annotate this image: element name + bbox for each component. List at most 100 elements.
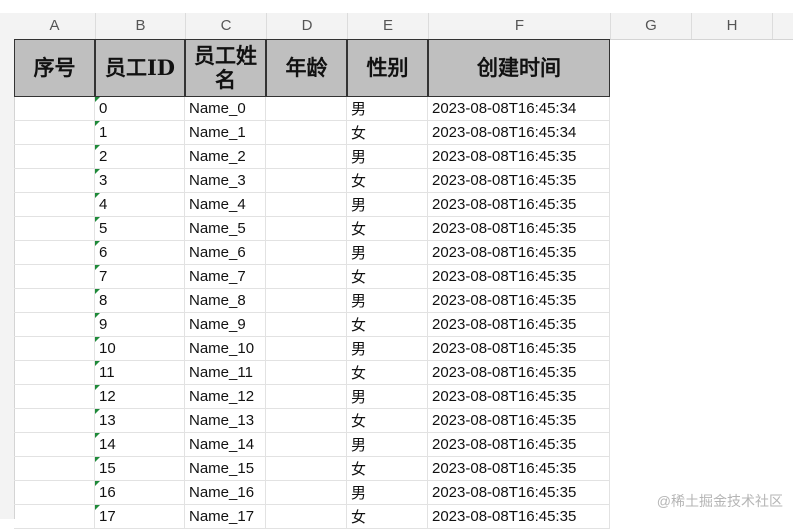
cell-gender[interactable]: 男	[347, 385, 428, 409]
column-header-b[interactable]: B	[96, 13, 186, 39]
cell-age[interactable]	[266, 145, 347, 169]
cell-gender[interactable]: 男	[347, 145, 428, 169]
cell-age[interactable]	[266, 505, 347, 529]
cell-created-time[interactable]: 2023-08-08T16:45:35	[428, 169, 610, 193]
cell-employee-id[interactable]: 5	[95, 217, 185, 241]
cell-gender[interactable]: 女	[347, 217, 428, 241]
cell-gender[interactable]: 男	[347, 337, 428, 361]
cell-created-time[interactable]: 2023-08-08T16:45:35	[428, 193, 610, 217]
cell-created-time[interactable]: 2023-08-08T16:45:35	[428, 457, 610, 481]
cell-employee-id[interactable]: 12	[95, 385, 185, 409]
cell-created-time[interactable]: 2023-08-08T16:45:35	[428, 313, 610, 337]
cell-index[interactable]	[14, 97, 95, 121]
cell-created-time[interactable]: 2023-08-08T16:45:35	[428, 145, 610, 169]
cell-index[interactable]	[14, 313, 95, 337]
cell-age[interactable]	[266, 97, 347, 121]
cell-index[interactable]	[14, 337, 95, 361]
row-number-marker[interactable]	[0, 438, 6, 452]
column-header-h[interactable]: H	[692, 13, 773, 39]
cell-created-time[interactable]: 2023-08-08T16:45:35	[428, 217, 610, 241]
row-number-marker[interactable]	[0, 414, 6, 428]
cell-employee-name[interactable]: Name_5	[185, 217, 266, 241]
cell-gender[interactable]: 女	[347, 121, 428, 145]
column-header-f[interactable]: F	[429, 13, 611, 39]
cell-index[interactable]	[14, 289, 95, 313]
cell-age[interactable]	[266, 265, 347, 289]
cell-employee-name[interactable]: Name_2	[185, 145, 266, 169]
cell-age[interactable]	[266, 217, 347, 241]
cell-created-time[interactable]: 2023-08-08T16:45:35	[428, 409, 610, 433]
cell-employee-id[interactable]: 14	[95, 433, 185, 457]
cell-index[interactable]	[14, 145, 95, 169]
cell-employee-id[interactable]: 17	[95, 505, 185, 529]
cell-employee-id[interactable]: 0	[95, 97, 185, 121]
cell-age[interactable]	[266, 361, 347, 385]
column-header-d[interactable]: D	[267, 13, 348, 39]
cell-gender[interactable]: 男	[347, 97, 428, 121]
cell-employee-id[interactable]: 16	[95, 481, 185, 505]
cell-employee-id[interactable]: 2	[95, 145, 185, 169]
cell-index[interactable]	[14, 361, 95, 385]
cell-employee-name[interactable]: Name_8	[185, 289, 266, 313]
cell-employee-name[interactable]: Name_12	[185, 385, 266, 409]
cell-index[interactable]	[14, 193, 95, 217]
cell-employee-name[interactable]: Name_13	[185, 409, 266, 433]
cell-gender[interactable]: 男	[347, 481, 428, 505]
cell-employee-name[interactable]: Name_3	[185, 169, 266, 193]
cell-index[interactable]	[14, 433, 95, 457]
cell-employee-id[interactable]: 7	[95, 265, 185, 289]
row-number-marker[interactable]	[0, 390, 6, 404]
cell-age[interactable]	[266, 193, 347, 217]
cell-age[interactable]	[266, 241, 347, 265]
cell-index[interactable]	[14, 481, 95, 505]
column-header-c[interactable]: C	[186, 13, 267, 39]
cell-gender[interactable]: 男	[347, 193, 428, 217]
cell-gender[interactable]: 男	[347, 241, 428, 265]
cell-index[interactable]	[14, 265, 95, 289]
cell-employee-name[interactable]: Name_11	[185, 361, 266, 385]
row-number-marker[interactable]	[0, 462, 6, 476]
cell-age[interactable]	[266, 337, 347, 361]
cell-employee-name[interactable]: Name_7	[185, 265, 266, 289]
header-cell-age[interactable]: 年龄	[266, 39, 347, 97]
cell-employee-id[interactable]: 8	[95, 289, 185, 313]
cell-gender[interactable]: 女	[347, 361, 428, 385]
column-header-a[interactable]: A	[14, 13, 96, 39]
header-cell-gender[interactable]: 性别	[347, 39, 428, 97]
cell-employee-name[interactable]: Name_10	[185, 337, 266, 361]
cell-employee-name[interactable]: Name_15	[185, 457, 266, 481]
cell-age[interactable]	[266, 121, 347, 145]
cell-employee-id[interactable]: 9	[95, 313, 185, 337]
cell-employee-id[interactable]: 6	[95, 241, 185, 265]
cell-employee-name[interactable]: Name_16	[185, 481, 266, 505]
cell-age[interactable]	[266, 385, 347, 409]
row-number-marker[interactable]	[0, 486, 6, 500]
cell-created-time[interactable]: 2023-08-08T16:45:35	[428, 241, 610, 265]
cell-gender[interactable]: 女	[347, 505, 428, 529]
cell-employee-id[interactable]: 10	[95, 337, 185, 361]
cell-created-time[interactable]: 2023-08-08T16:45:35	[428, 337, 610, 361]
cell-index[interactable]	[14, 505, 95, 529]
cell-index[interactable]	[14, 121, 95, 145]
header-cell-employee-name[interactable]: 员工姓名	[185, 39, 266, 97]
cell-index[interactable]	[14, 457, 95, 481]
cell-employee-name[interactable]: Name_4	[185, 193, 266, 217]
row-number-marker[interactable]	[0, 294, 6, 308]
cell-age[interactable]	[266, 457, 347, 481]
cell-age[interactable]	[266, 169, 347, 193]
cell-gender[interactable]: 女	[347, 409, 428, 433]
cell-employee-id[interactable]: 1	[95, 121, 185, 145]
cell-employee-id[interactable]: 15	[95, 457, 185, 481]
header-cell-employee-id[interactable]: 员工ID	[95, 39, 185, 97]
cell-employee-name[interactable]: Name_1	[185, 121, 266, 145]
cell-created-time[interactable]: 2023-08-08T16:45:35	[428, 289, 610, 313]
cell-gender[interactable]: 女	[347, 265, 428, 289]
cell-index[interactable]	[14, 241, 95, 265]
cell-created-time[interactable]: 2023-08-08T16:45:35	[428, 361, 610, 385]
cell-created-time[interactable]: 2023-08-08T16:45:35	[428, 505, 610, 529]
cell-age[interactable]	[266, 289, 347, 313]
cell-gender[interactable]: 男	[347, 433, 428, 457]
cell-age[interactable]	[266, 313, 347, 337]
cell-index[interactable]	[14, 385, 95, 409]
cell-employee-id[interactable]: 4	[95, 193, 185, 217]
